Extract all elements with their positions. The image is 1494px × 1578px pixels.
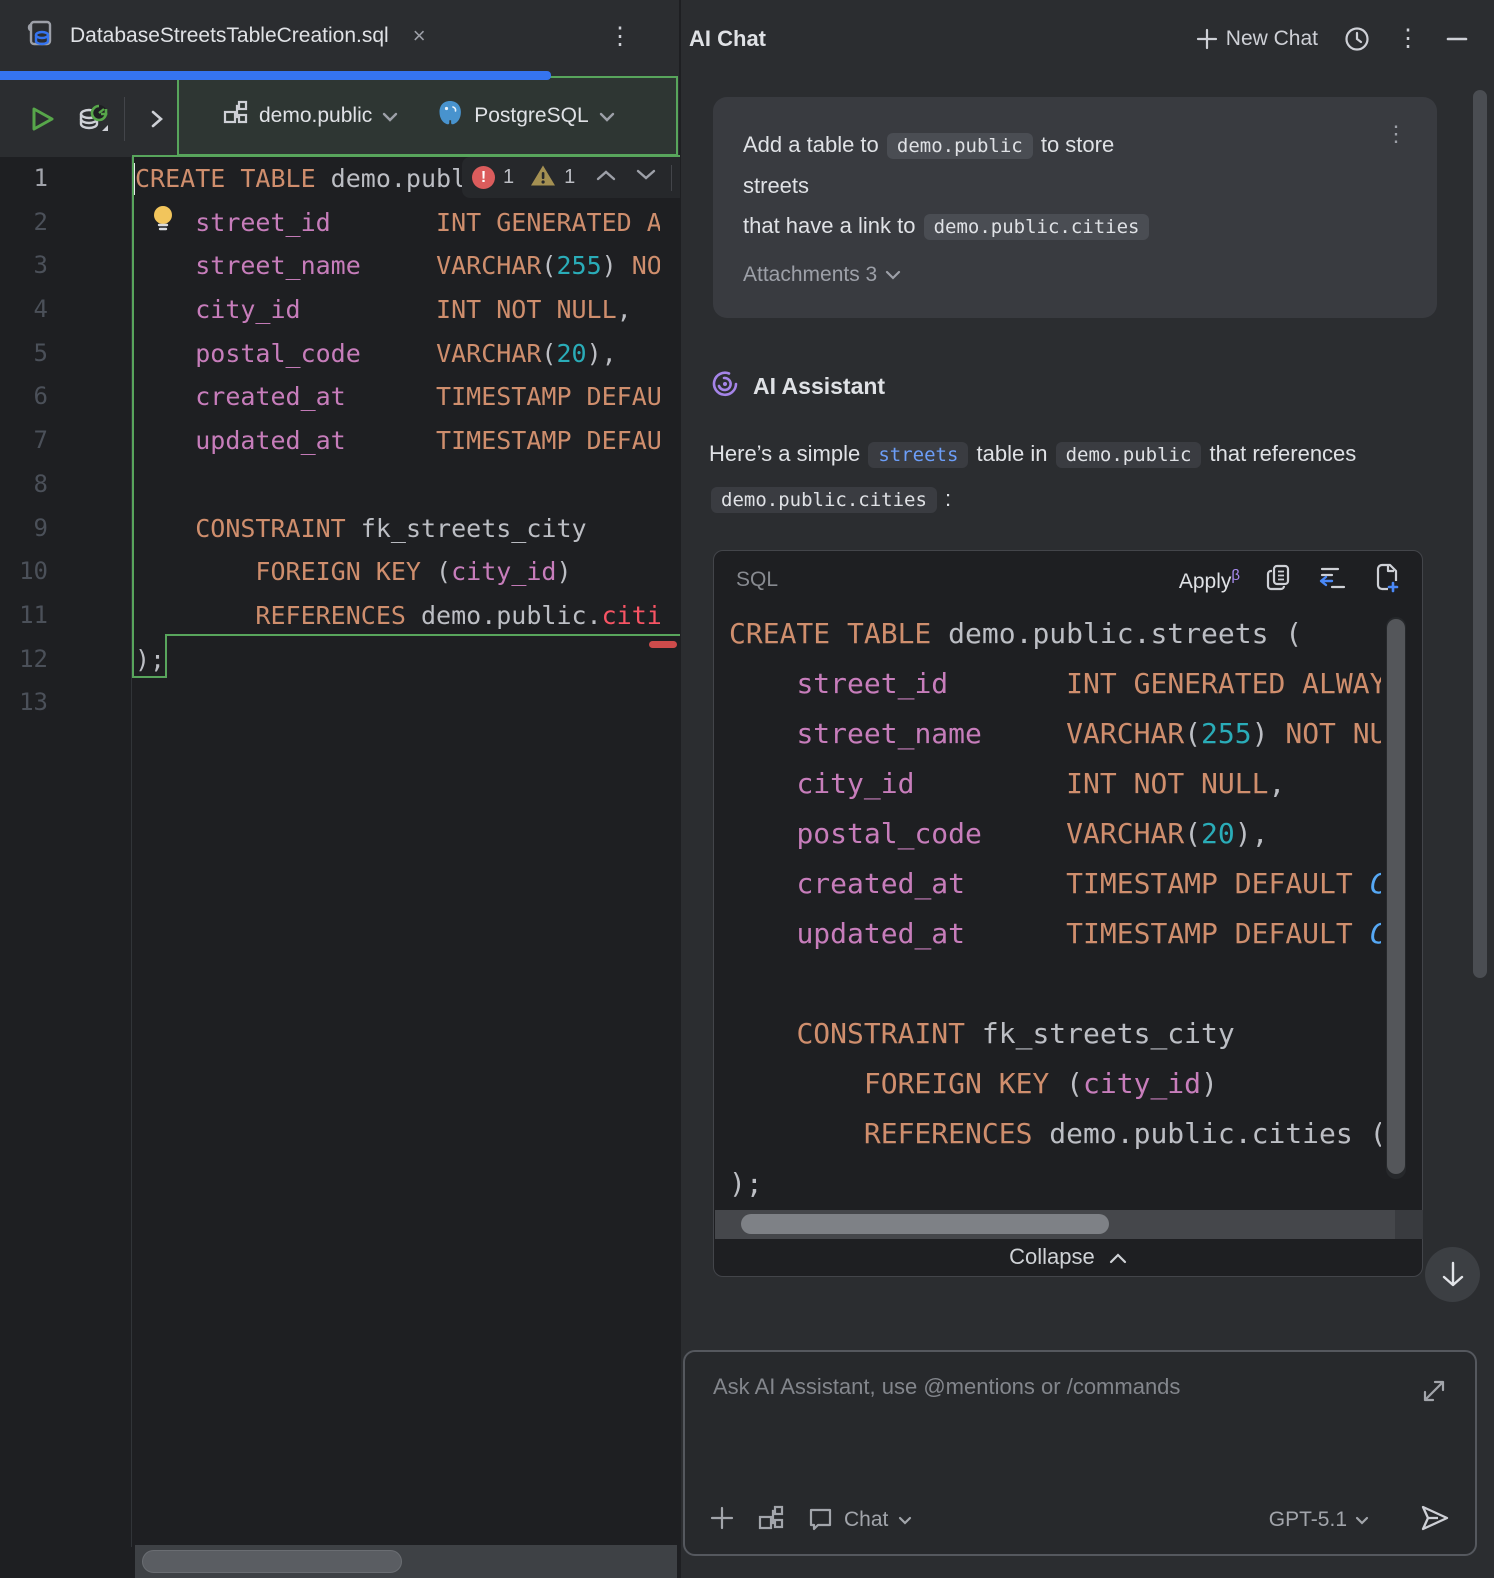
user-message-card: Add a table to demo.public to store stree…	[713, 97, 1437, 318]
code-block-content: CREATE TABLE demo.public.streets ( stree…	[729, 617, 1381, 1200]
editor-tab-bar: DatabaseStreetsTableCreation.sql × ⋮	[0, 0, 680, 71]
editor-gutter: 1 2 3 4 5 6 7 8 9 10 11 12 13	[19, 164, 48, 717]
chevron-up-icon	[1109, 1253, 1126, 1264]
chat-input-toolbar: Chat GPT-5.1	[685, 1500, 1475, 1540]
assistant-header: AI Assistant	[711, 370, 885, 403]
tab-title: DatabaseStreetsTableCreation.sql	[70, 23, 389, 47]
chat-mode-selector[interactable]: Chat	[807, 1507, 912, 1533]
next-problem-chevron-icon[interactable]	[635, 168, 657, 187]
add-attachment-plus-icon[interactable]	[709, 1505, 735, 1536]
error-count: 1	[503, 166, 515, 188]
run-button[interactable]	[22, 99, 62, 139]
warning-badge-icon	[530, 164, 556, 192]
expand-toolbar-chevron[interactable]	[137, 99, 177, 139]
chat-mode-label: Chat	[844, 1508, 889, 1531]
inspection-separator	[671, 164, 673, 191]
dialect-selector[interactable]: PostgreSQL	[436, 99, 614, 133]
postgresql-icon	[436, 99, 464, 133]
ai-assistant-swirl-icon	[711, 370, 739, 403]
schema-icon	[223, 100, 249, 132]
chevron-down-icon	[899, 1516, 912, 1525]
chevron-down-icon	[599, 104, 615, 128]
new-chat-label: New Chat	[1225, 26, 1318, 50]
chevron-down-icon	[1355, 1516, 1369, 1525]
inspection-widget[interactable]: ! 1 1	[462, 157, 680, 198]
schema-selector-label: demo.public	[259, 104, 373, 127]
attachments-label: Attachments 3	[743, 263, 878, 286]
editor-pane: DatabaseStreetsTableCreation.sql × ⋮ dem…	[0, 0, 680, 1578]
ai-attached-selection-border	[165, 634, 167, 678]
chevron-down-icon	[886, 270, 901, 280]
tab-close-icon[interactable]: ×	[413, 23, 426, 49]
chat-options-kebab-icon[interactable]: ⋮	[1396, 24, 1420, 53]
warning-count: 1	[564, 166, 576, 188]
message-options-kebab-icon[interactable]: ⋮	[1385, 121, 1407, 147]
chat-title: AI Chat	[689, 26, 766, 51]
expand-input-icon[interactable]	[1419, 1376, 1449, 1411]
ide-window: DatabaseStreetsTableCreation.sql × ⋮ dem…	[0, 0, 1494, 1578]
scroll-to-bottom-button[interactable]	[1425, 1247, 1480, 1302]
error-stripe-mark	[649, 641, 677, 648]
arrow-down-icon	[1442, 1261, 1463, 1286]
new-file-from-code-icon[interactable]	[1374, 563, 1400, 598]
dialect-selector-label: PostgreSQL	[474, 104, 589, 127]
assistant-intro-text: Here’s a simple streets table in demo.pu…	[709, 441, 1357, 513]
intention-bulb-icon[interactable]	[150, 204, 176, 239]
insert-at-caret-icon[interactable]	[1318, 565, 1348, 596]
editor-tab[interactable]: DatabaseStreetsTableCreation.sql ×	[0, 0, 426, 71]
editor-code: CREATE TABLE demo.public.streets ( stree…	[135, 164, 660, 674]
active-tab-indicator	[0, 71, 551, 80]
send-plane-icon	[1421, 1505, 1449, 1530]
code-block-vertical-scrollbar[interactable]	[1386, 617, 1406, 1179]
scrollbar-thumb[interactable]	[1387, 619, 1405, 1174]
chat-code-block: SQL Applyβ CREATE TABLE demo.public.stre…	[713, 550, 1423, 1277]
chat-input-box[interactable]: Ask AI Assistant, use @mentions or /comm…	[683, 1350, 1477, 1556]
scrollbar-corner	[1395, 1210, 1423, 1239]
ai-attached-selection-border	[132, 676, 167, 678]
copy-code-icon[interactable]	[1266, 564, 1292, 597]
code-block-horizontal-scrollbar[interactable]	[715, 1210, 1423, 1239]
beta-badge: β	[1231, 566, 1240, 584]
ai-chat-pane: AI Chat New Chat ⋮ Add a table to demo.p…	[681, 0, 1494, 1578]
chat-vertical-scrollbar[interactable]	[1473, 90, 1487, 978]
chevron-down-icon	[382, 104, 398, 128]
chat-history-clock-icon[interactable]	[1344, 26, 1370, 52]
previous-problem-chevron-icon[interactable]	[595, 168, 617, 187]
code-editor[interactable]: 12345678910111213 CREATE TABLE demo.publ…	[0, 155, 680, 1578]
execute-on-datasource-button[interactable]	[72, 99, 112, 139]
code-block-header: SQL Applyβ	[714, 551, 1422, 609]
ai-attached-selection-border	[132, 155, 134, 678]
model-selector[interactable]: GPT-5.1	[1269, 1508, 1369, 1532]
model-label: GPT-5.1	[1268, 1508, 1347, 1531]
attachments-toggle[interactable]: Attachments 3	[743, 263, 1407, 287]
scrollbar-thumb[interactable]	[142, 1550, 402, 1573]
apply-button[interactable]: Applyβ	[1179, 567, 1240, 594]
assistant-name: AI Assistant	[753, 373, 886, 399]
user-message-text: Add a table to demo.public to store stree…	[743, 125, 1407, 247]
send-button[interactable]	[1419, 1503, 1451, 1538]
chat-bubble-icon	[809, 1508, 832, 1531]
chat-header: AI Chat New Chat ⋮	[681, 0, 1494, 80]
error-badge-icon: !	[472, 166, 495, 189]
editor-horizontal-scrollbar[interactable]	[135, 1545, 677, 1578]
tab-options-kebab-icon[interactable]: ⋮	[608, 22, 632, 51]
schema-selector[interactable]: demo.public	[223, 100, 398, 132]
sql-file-icon	[26, 18, 56, 53]
toolbar-separator	[124, 96, 125, 141]
ai-attached-selection-border	[165, 634, 680, 636]
new-chat-button[interactable]: New Chat	[1196, 27, 1318, 51]
scrollbar-thumb[interactable]	[741, 1214, 1109, 1234]
session-selector-highlight-box: demo.public PostgreSQL	[177, 76, 678, 156]
attach-schema-icon[interactable]	[757, 1504, 785, 1537]
hide-panel-icon[interactable]	[1446, 36, 1468, 42]
collapse-button[interactable]: Collapse	[714, 1244, 1422, 1270]
chat-input-placeholder: Ask AI Assistant, use @mentions or /comm…	[713, 1374, 1181, 1399]
code-language-label: SQL	[736, 568, 779, 591]
